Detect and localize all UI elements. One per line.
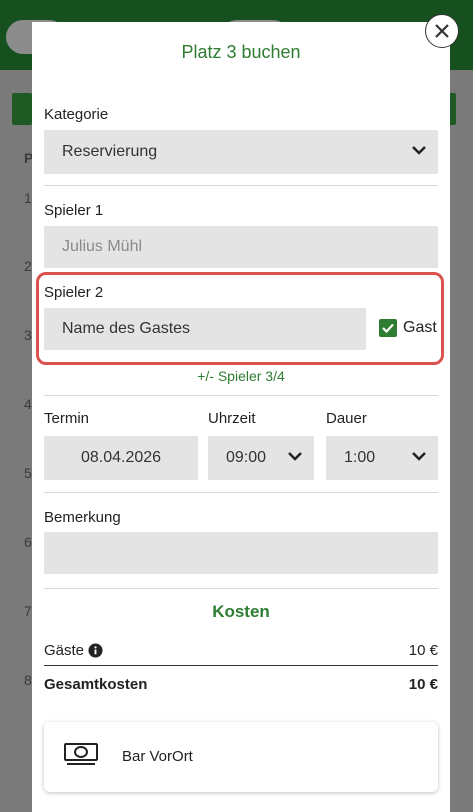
gaeste-label: Gäste — [44, 642, 85, 659]
spieler2-placeholder: Name des Gastes — [62, 320, 191, 337]
gesamt-label: Gesamtkosten — [44, 676, 148, 693]
dauer-value: 1:00 — [344, 449, 376, 466]
add-player-link[interactable]: +/- Spieler 3/4 — [32, 368, 450, 384]
spieler1-field: Julius Mühl — [44, 226, 438, 268]
dauer-select[interactable]: 1:00 — [326, 436, 438, 480]
close-icon — [435, 24, 449, 38]
kategorie-value: Reservierung — [62, 143, 158, 160]
termin-label: Termin — [44, 410, 90, 427]
background-row-number: 1 — [24, 190, 32, 206]
booking-modal: Platz 3 buchen Kategorie Reservierung Sp… — [32, 22, 450, 812]
termin-field[interactable]: 08.04.2026 — [44, 436, 198, 480]
background-row-number: 3 — [24, 327, 32, 343]
payment-option-bar[interactable]: Bar VorOrt — [44, 722, 438, 792]
spieler2-input[interactable]: Name des Gastes — [44, 308, 366, 350]
chevron-down-icon — [412, 143, 426, 161]
divider — [44, 492, 438, 493]
background-button-left — [12, 93, 32, 125]
divider — [44, 185, 438, 186]
kategorie-select[interactable]: Reservierung — [44, 130, 438, 174]
kosten-divider — [44, 665, 438, 666]
dauer-label: Dauer — [326, 410, 367, 427]
close-button[interactable] — [425, 14, 459, 48]
divider — [44, 395, 438, 396]
uhrzeit-label: Uhrzeit — [208, 410, 256, 427]
divider — [44, 588, 438, 589]
kosten-title: Kosten — [212, 602, 270, 621]
bemerkung-input[interactable] — [44, 532, 438, 574]
info-icon[interactable] — [88, 643, 103, 658]
spieler2-label: Spieler 2 — [44, 284, 104, 301]
check-icon — [382, 323, 394, 333]
kategorie-label: Kategorie — [44, 106, 109, 123]
cash-icon — [64, 742, 98, 771]
spieler1-label: Spieler 1 — [44, 202, 104, 219]
uhrzeit-select[interactable]: 09:00 — [208, 436, 314, 480]
chevron-down-icon — [412, 449, 426, 467]
background-row-number: 5 — [24, 465, 32, 481]
gast-label[interactable]: Gast — [403, 319, 437, 337]
background-row-number: 4 — [24, 396, 32, 412]
background-row-number: 7 — [24, 603, 32, 619]
gaeste-row-label: Gäste — [44, 642, 103, 659]
gast-checkbox[interactable] — [379, 319, 397, 337]
chevron-down-icon — [288, 449, 302, 467]
modal-title: Platz 3 buchen — [181, 42, 301, 62]
payment-label: Bar VorOrt — [122, 748, 193, 765]
gaeste-value: 10 € — [408, 642, 438, 659]
background-row-number: 8 — [24, 672, 32, 688]
uhrzeit-value: 09:00 — [226, 449, 267, 466]
termin-value: 08.04.2026 — [80, 449, 162, 466]
background-row-number: 2 — [24, 258, 32, 274]
background-row-number: 6 — [24, 534, 32, 550]
spieler1-value: Julius Mühl — [62, 238, 143, 255]
gesamt-value: 10 € — [408, 676, 438, 693]
bemerkung-label: Bemerkung — [44, 509, 121, 526]
